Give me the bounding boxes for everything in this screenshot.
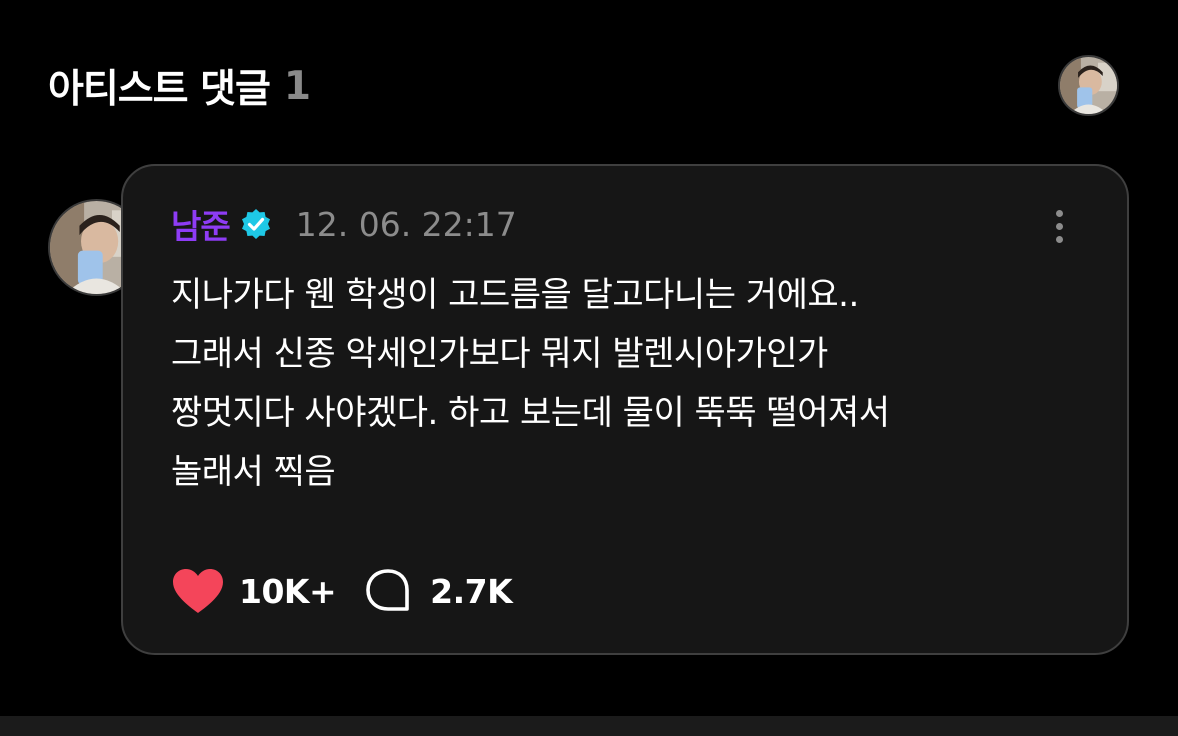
more-vertical-icon-dot [1055, 235, 1063, 243]
like-button[interactable]: 10K+ [171, 567, 337, 615]
artist-comment-screen: 아티스트 댓글 1 남준 12. 06. 22:17 지나가다 웬 학생이 고드… [0, 0, 1178, 736]
comment-body: 지나가다 웬 학생이 고드름을 달고다니는 거에요.. 그래서 신종 악세인가보… [171, 266, 1101, 502]
comment-line: 그래서 신종 악세인가보다 뭐지 발렌시아가인가 [171, 334, 828, 374]
comment-line: 놀래서 찍음 [171, 452, 336, 492]
more-vertical-icon [1055, 209, 1063, 217]
reply-button[interactable]: 2.7K [364, 568, 513, 614]
comment-count: 1 [283, 63, 311, 109]
header-avatar[interactable] [1058, 55, 1119, 116]
comment-actions: 10K+ 2.7K [171, 566, 513, 616]
comment-card: 남준 12. 06. 22:17 지나가다 웬 학생이 고드름을 달고다니는 거… [121, 164, 1129, 655]
avatar-photo-icon [1060, 57, 1117, 114]
author-name[interactable]: 남준 [171, 200, 231, 248]
bottom-bar [0, 716, 1178, 736]
more-options-button[interactable] [1043, 204, 1075, 248]
reply-count: 2.7K [430, 571, 513, 611]
comment-timestamp: 12. 06. 22:17 [295, 204, 517, 244]
more-vertical-icon-dot [1055, 222, 1063, 230]
verified-badge-icon [240, 208, 272, 240]
section-title: 아티스트 댓글 [48, 67, 271, 112]
comment-line: 지나가다 웬 학생이 고드름을 달고다니는 거에요.. [171, 275, 859, 315]
comment-bubble-icon [366, 569, 409, 611]
section-header: 아티스트 댓글 1 [48, 58, 311, 114]
comment-line: 짱멋지다 사야겠다. 하고 보는데 물이 뚝뚝 떨어져서 [171, 393, 890, 433]
heart-icon [173, 569, 223, 613]
like-count: 10K+ [239, 571, 337, 611]
comment-header: 남준 12. 06. 22:17 [171, 201, 517, 247]
